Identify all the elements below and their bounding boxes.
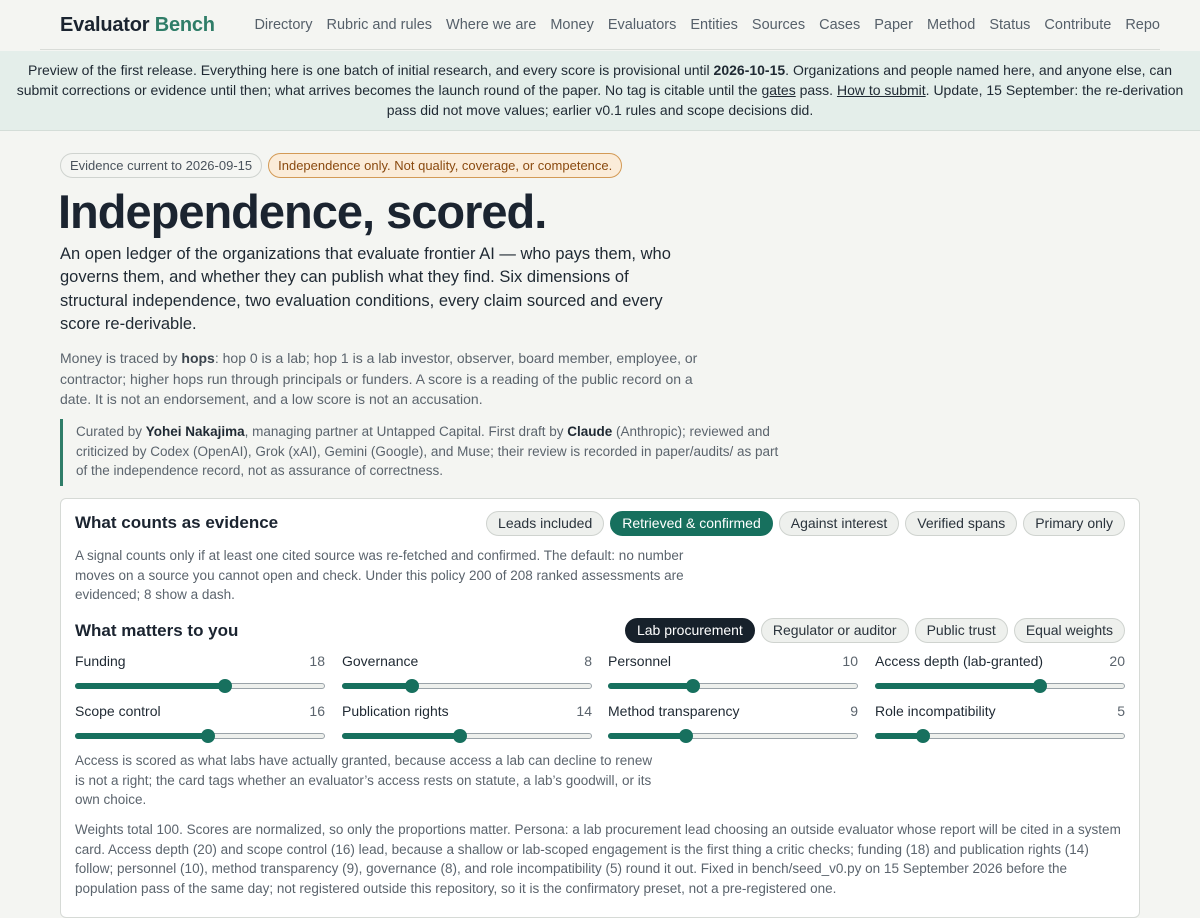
nav-link-directory[interactable]: Directory xyxy=(254,17,312,33)
weight-label: Governance xyxy=(342,653,419,669)
curator-name: Yohei Nakajima xyxy=(145,424,245,439)
weight-slider[interactable]: Governance 8 xyxy=(342,653,592,697)
weight-label: Access depth (lab-granted) xyxy=(875,653,1044,669)
evidence-date-chip: Evidence current to 2026-09-15 xyxy=(60,153,263,178)
page-title: Independence, scored. xyxy=(58,185,547,238)
slider-fill xyxy=(342,683,412,689)
weight-label: Scope control xyxy=(75,703,161,719)
main-nav: Directory Rubric and rules Where we are … xyxy=(254,17,1160,33)
weight-slider[interactable]: Role incompatibility 5 xyxy=(875,703,1125,747)
nav-link-money[interactable]: Money xyxy=(550,17,594,33)
hero-chips: Evidence current to 2026-09-15 Independe… xyxy=(60,153,623,178)
slider-handle[interactable] xyxy=(405,679,419,693)
nav-link-sources[interactable]: Sources xyxy=(752,17,805,33)
weight-slider[interactable]: Access depth (lab-granted) 20 xyxy=(875,653,1125,697)
slider-fill xyxy=(608,683,693,689)
evidence-option-verified-spans[interactable]: Verified spans xyxy=(905,511,1018,536)
banner-text: pass. xyxy=(795,82,837,98)
brand-name: Evaluator xyxy=(60,14,150,36)
weight-slider[interactable]: Funding 18 xyxy=(75,653,325,697)
slider-handle[interactable] xyxy=(218,679,232,693)
brand-name-accent: Bench xyxy=(154,14,215,36)
weight-slider[interactable]: Scope control 16 xyxy=(75,703,325,747)
evidence-policy-toggle: Leads included Retrieved & confirmed Aga… xyxy=(486,511,1125,536)
evidence-option-against-interest[interactable]: Against interest xyxy=(778,511,900,536)
slider-fill xyxy=(875,683,1040,689)
weight-value: 5 xyxy=(1117,703,1125,719)
preset-equal-weights[interactable]: Equal weights xyxy=(1013,618,1125,643)
nav-link-contribute[interactable]: Contribute xyxy=(1044,17,1111,33)
slider-handle[interactable] xyxy=(1033,679,1047,693)
slider-handle[interactable] xyxy=(679,729,693,743)
how-to-submit-link[interactable]: How to submit xyxy=(837,82,926,98)
nav-link-cases[interactable]: Cases xyxy=(819,17,860,33)
nav-link-where-we-are[interactable]: Where we are xyxy=(446,17,536,33)
hops-text: Money is traced by xyxy=(60,350,182,366)
slider-handle[interactable] xyxy=(686,679,700,693)
slider-fill xyxy=(608,733,686,739)
nav-link-status[interactable]: Status xyxy=(989,17,1030,33)
slider-handle[interactable] xyxy=(916,729,930,743)
hops-term: hops xyxy=(181,350,215,366)
scope-disclaimer-chip: Independence only. Not quality, coverage… xyxy=(268,153,623,178)
nav-link-repo[interactable]: Repo xyxy=(1125,17,1160,33)
preset-regulator[interactable]: Regulator or auditor xyxy=(760,618,909,643)
weight-slider[interactable]: Personnel 10 xyxy=(608,653,858,697)
drafter-name: Claude xyxy=(567,424,613,439)
weight-value: 20 xyxy=(1109,653,1125,669)
slider-fill xyxy=(75,683,225,689)
slider-handle[interactable] xyxy=(201,729,215,743)
evidence-option-leads[interactable]: Leads included xyxy=(486,511,605,536)
weight-label: Personnel xyxy=(608,653,672,669)
banner-text: Preview of the first release. Everything… xyxy=(27,62,714,78)
banner-date: 2026-10-15 xyxy=(713,62,786,78)
nav-link-entities[interactable]: Entities xyxy=(690,17,738,33)
evidence-option-retrieved[interactable]: Retrieved & confirmed xyxy=(610,511,773,536)
weight-label: Method transparency xyxy=(608,703,740,719)
slider-fill xyxy=(75,733,208,739)
curation-note: Curated by Yohei Nakajima, managing part… xyxy=(60,419,780,486)
persona-preset-toggle: Lab procurement Regulator or auditor Pub… xyxy=(624,618,1125,643)
slider-fill xyxy=(342,733,460,739)
preview-banner: Preview of the first release. Everything… xyxy=(0,51,1200,131)
weight-value: 10 xyxy=(842,653,858,669)
top-navigation-bar: Evaluator Bench Directory Rubric and rul… xyxy=(40,0,1160,50)
weight-label: Publication rights xyxy=(342,703,449,719)
weights-note: Weights total 100. Scores are normalized… xyxy=(75,822,1121,896)
evidence-description: A signal counts only if at least one cit… xyxy=(75,548,684,602)
hero-lede: An open ledger of the organizations that… xyxy=(60,245,671,333)
slider-handle[interactable] xyxy=(453,729,467,743)
controls-card: What counts as evidence Leads included R… xyxy=(60,498,1140,918)
hops-explainer: Money is traced by hops: hop 0 is a lab;… xyxy=(60,348,700,410)
weight-value: 9 xyxy=(850,703,858,719)
weight-value: 18 xyxy=(309,653,325,669)
preset-lab-procurement[interactable]: Lab procurement xyxy=(624,618,755,643)
nav-link-paper[interactable]: Paper xyxy=(874,17,913,33)
weight-label: Role incompatibility xyxy=(875,703,996,719)
nav-link-rubric[interactable]: Rubric and rules xyxy=(326,17,432,33)
weight-value: 14 xyxy=(576,703,592,719)
weight-slider[interactable]: Method transparency 9 xyxy=(608,703,858,747)
nav-link-method[interactable]: Method xyxy=(927,17,975,33)
brand-logo[interactable]: Evaluator Bench xyxy=(60,14,215,37)
weight-label: Funding xyxy=(75,653,126,669)
curation-text: , managing partner at Untapped Capital. … xyxy=(244,424,568,439)
weight-slider[interactable]: Publication rights 14 xyxy=(342,703,592,747)
weight-value: 8 xyxy=(584,653,592,669)
nav-link-evaluators[interactable]: Evaluators xyxy=(608,17,677,33)
evidence-option-primary-only[interactable]: Primary only xyxy=(1023,511,1125,536)
evidence-heading: What counts as evidence xyxy=(75,513,279,532)
preset-public-trust[interactable]: Public trust xyxy=(914,618,1008,643)
curation-text: Curated by xyxy=(76,424,146,439)
gates-link[interactable]: gates xyxy=(761,82,795,98)
access-note: Access is scored as what labs have actua… xyxy=(75,753,653,807)
weight-value: 16 xyxy=(309,703,325,719)
weights-heading: What matters to you xyxy=(75,621,239,640)
